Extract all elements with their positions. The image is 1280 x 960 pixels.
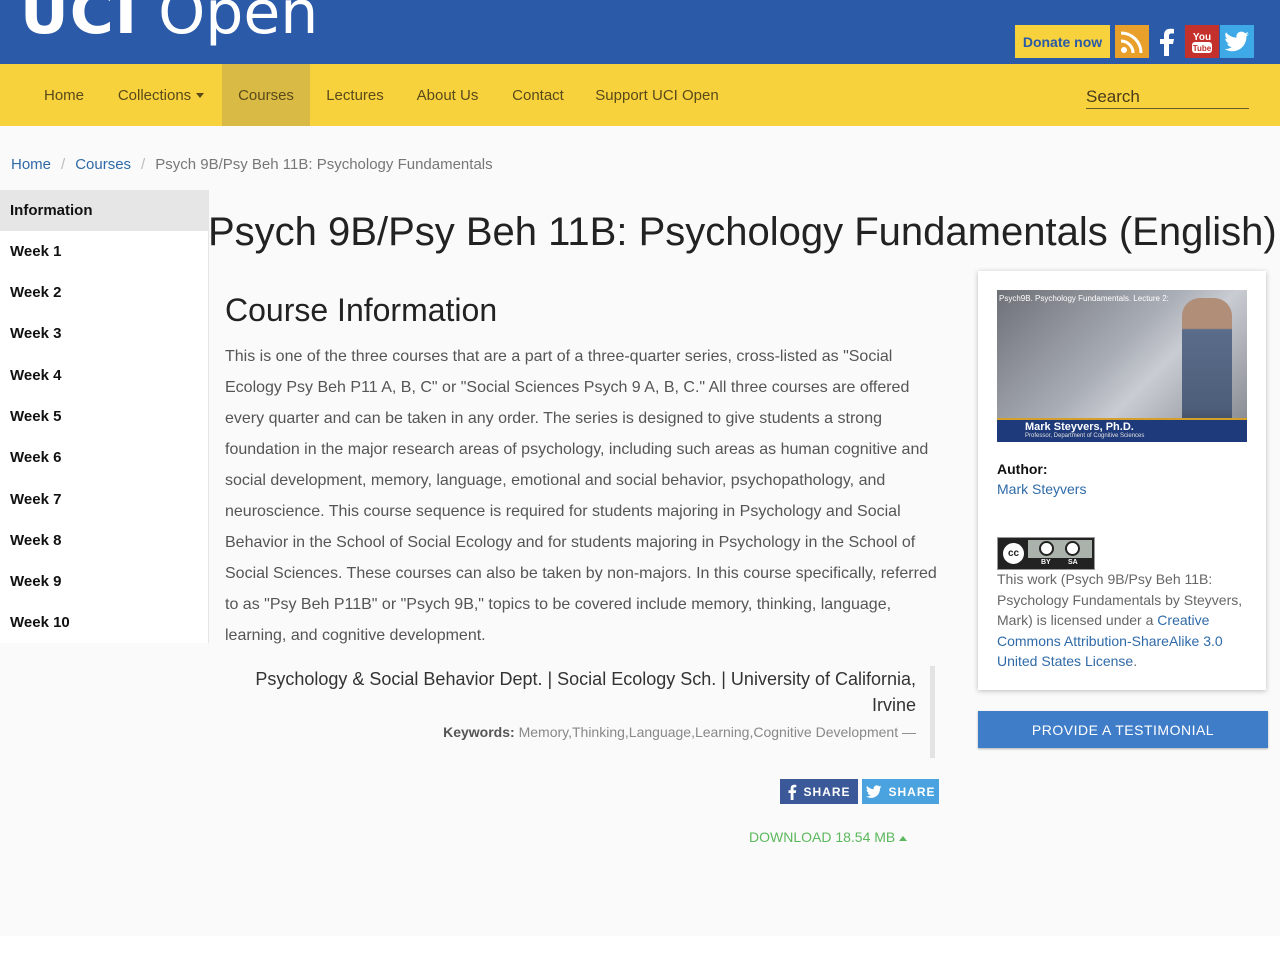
video-lecturer-title: Professor, Department of Cognitive Scien… (1025, 433, 1145, 439)
sidebar-item-week-2[interactable]: Week 2 (0, 272, 208, 313)
share-alike-icon (1065, 541, 1080, 556)
page-title: Psych 9B/Psy Beh 11B: Psychology Fundame… (208, 210, 1277, 254)
download-label: DOWNLOAD 18.54 MB (749, 829, 896, 845)
nav-courses-label: Courses (238, 86, 294, 104)
nav-home[interactable]: Home (27, 64, 101, 126)
youtube-icon[interactable]: You Tube (1185, 25, 1219, 58)
cc-sa-label: SA (1068, 559, 1078, 566)
sidebar-item-label: Week 6 (10, 449, 62, 466)
keywords-label: Keywords: (443, 724, 515, 740)
sidebar-item-week-3[interactable]: Week 3 (0, 313, 208, 354)
donate-button[interactable]: Donate now (1015, 25, 1110, 58)
sidebar-item-information[interactable]: Information (0, 190, 208, 231)
course-info-card: Psych9B. Psychology Fundamentals. Lectur… (978, 271, 1266, 690)
sidebar-item-week-8[interactable]: Week 8 (0, 520, 208, 561)
rss-icon[interactable] (1115, 25, 1149, 58)
sidebar-item-week-9[interactable]: Week 9 (0, 561, 208, 602)
nav-about-us-label: About Us (416, 86, 479, 104)
section-title: Course Information (225, 292, 498, 328)
facebook-share-button[interactable]: SHARE (780, 779, 858, 804)
video-thumbnail[interactable]: Psych9B. Psychology Fundamentals. Lectur… (997, 290, 1247, 442)
logo-uci-text: UCI (20, 0, 139, 48)
breadcrumb: Home / Courses / Psych 9B/Psy Beh 11B: Psych… (11, 156, 493, 173)
nav-contact[interactable]: Contact (495, 64, 581, 126)
svg-text:Tube: Tube (1193, 44, 1212, 53)
breadcrumb-home[interactable]: Home (11, 156, 51, 173)
sidebar-item-label: Week 5 (10, 408, 62, 425)
twitter-icon (866, 784, 883, 798)
uci-open-logo[interactable]: UCI Open (20, 0, 318, 48)
nav-about-us[interactable]: About Us (400, 64, 495, 126)
sidebar-item-label: Week 3 (10, 325, 62, 342)
video-title: Psych9B. Psychology Fundamentals. Lectur… (999, 294, 1169, 303)
twitter-icon[interactable] (1220, 25, 1254, 58)
provide-testimonial-button[interactable]: PROVIDE A TESTIMONIAL (978, 711, 1268, 748)
twitter-share-button[interactable]: SHARE (862, 779, 939, 804)
nav-courses[interactable]: Courses (222, 64, 310, 126)
sidebar-item-label: Week 4 (10, 367, 62, 384)
sidebar-item-label: Week 8 (10, 532, 62, 549)
nav-support-uci-open[interactable]: Support UCI Open (581, 64, 733, 126)
video-lecturer-name: Mark Steyvers, Ph.D. (1025, 421, 1134, 433)
course-description: This is one of the three courses that ar… (225, 348, 937, 644)
sidebar-item-label: Information (10, 202, 93, 219)
sidebar-item-week-4[interactable]: Week 4 (0, 355, 208, 396)
caret-up-icon (899, 835, 908, 841)
license-end: . (1133, 653, 1138, 669)
sidebar-item-week-10[interactable]: Week 10 (0, 602, 208, 643)
nav-lectures[interactable]: Lectures (310, 64, 400, 126)
facebook-icon (788, 784, 797, 800)
nav-contact-label: Contact (512, 86, 564, 104)
author-label: Author: (997, 461, 1048, 477)
department-text: Psychology & Social Behavior Dept. | Soc… (255, 669, 916, 715)
facebook-share-label: SHARE (803, 784, 851, 799)
sidebar-item-week-7[interactable]: Week 7 (0, 479, 208, 520)
sidebar-item-label: Week 2 (10, 284, 62, 301)
sidebar-item-label: Week 1 (10, 243, 62, 260)
sidebar-item-label: Week 7 (10, 491, 62, 508)
nav-collections[interactable]: Collections (101, 64, 221, 126)
sidebar-item-label: Week 9 (10, 573, 62, 590)
svg-text:You: You (1193, 32, 1211, 43)
download-link[interactable]: DOWNLOAD 18.54 MB (749, 829, 908, 845)
keywords-dash: — (902, 724, 916, 740)
nav-lectures-label: Lectures (326, 86, 384, 104)
keywords-line: Keywords: Memory,Thinking,Language,Learn… (230, 722, 916, 742)
sidebar-item-week-1[interactable]: Week 1 (0, 231, 208, 272)
nav-support-label: Support UCI Open (595, 86, 719, 104)
twitter-share-label: SHARE (888, 784, 936, 799)
facebook-icon[interactable] (1150, 25, 1184, 58)
breadcrumb-current: Psych 9B/Psy Beh 11B: Psychology Fundame… (155, 156, 493, 173)
caret-down-icon (196, 92, 205, 98)
cc-icon: cc (1001, 541, 1026, 566)
cc-by-label: BY (1041, 559, 1051, 566)
nav-collections-label: Collections (117, 86, 192, 104)
site-header: UCI Open Donate now You Tube (0, 0, 1280, 64)
sidebar-item-week-6[interactable]: Week 6 (0, 437, 208, 478)
breadcrumb-separator: / (61, 156, 66, 173)
keywords-value: Memory,Thinking,Language,Learning,Cognit… (518, 724, 899, 740)
breadcrumb-separator: / (141, 156, 146, 173)
cc-badge-band (1028, 540, 1092, 558)
search-input[interactable] (1086, 86, 1249, 109)
course-sidebar: Information Week 1 Week 2 Week 3 Week 4 … (0, 190, 209, 643)
sidebar-item-label: Week 10 (10, 614, 70, 631)
logo-open-text: Open (158, 0, 319, 48)
author-link[interactable]: Mark Steyvers (997, 481, 1086, 497)
license-text: This work (Psych 9B/Psy Beh 11B: Psychol… (997, 569, 1249, 672)
breadcrumb-courses[interactable]: Courses (75, 156, 131, 173)
lecturer-figure (1182, 298, 1232, 436)
department-info: Psychology & Social Behavior Dept. | Soc… (230, 666, 935, 758)
attribution-icon (1039, 541, 1054, 556)
creative-commons-badge[interactable]: cc BY SA (997, 537, 1095, 570)
nav-home-label: Home (43, 86, 84, 104)
sidebar-item-week-5[interactable]: Week 5 (0, 396, 208, 437)
